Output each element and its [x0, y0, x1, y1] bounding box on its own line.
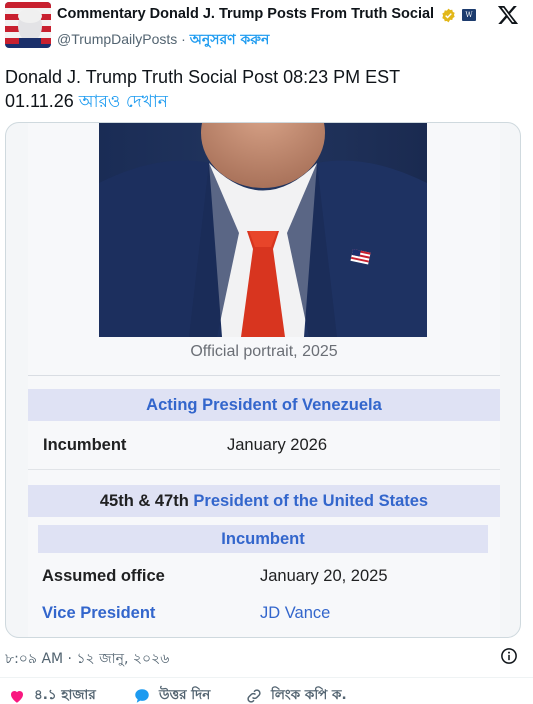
copy-link-label: লিংক কপি ক. — [271, 687, 347, 703]
divider — [28, 469, 500, 470]
tweet-text: Donald J. Trump Truth Social Post 08:23 … — [5, 65, 525, 114]
row-value-assumed-office: January 20, 2025 — [260, 567, 388, 585]
copy-link-button[interactable]: লিংক কপি ক. — [245, 684, 347, 704]
verified-badge-icon — [442, 8, 455, 23]
affiliate-badge-icon[interactable]: W — [462, 9, 476, 21]
like-button[interactable]: ৪.১ হাজার — [8, 684, 96, 704]
president-link[interactable]: President of the United States — [193, 492, 428, 510]
row-label-incumbent: Incumbent — [43, 436, 127, 454]
section-subheader-incumbent[interactable]: Incumbent — [38, 525, 488, 553]
reply-label: উত্তর দিন — [159, 687, 211, 703]
tweet-text-line2: 01.11.26 আরও দেখান — [5, 89, 525, 114]
portrait-image — [99, 123, 427, 337]
portrait-caption: Official portrait, 2025 — [190, 343, 338, 360]
separator: · — [181, 31, 186, 47]
reply-bubble-icon — [135, 688, 149, 703]
tweet-text-line1: Donald J. Trump Truth Social Post 08:23 … — [5, 67, 401, 87]
show-more-link[interactable]: আরও দেখান — [79, 92, 168, 112]
x-logo-icon[interactable] — [497, 4, 519, 26]
heart-icon — [11, 690, 24, 703]
row-value-vice-president[interactable]: JD Vance — [260, 604, 330, 623]
row-label-vice-president[interactable]: Vice President — [42, 604, 155, 623]
author-handle[interactable]: @TrumpDailyPosts — [57, 31, 177, 47]
follow-button[interactable]: অনুসরণ করুন — [190, 32, 270, 48]
like-count: ৪.১ হাজার — [34, 687, 96, 703]
tweet-media[interactable]: Official portrait, 2025 Acting President… — [5, 122, 521, 638]
section-header-president: 45th & 47th President of the United Stat… — [28, 485, 500, 517]
reply-button[interactable]: উত্তর দিন — [133, 684, 210, 704]
row-value-incumbent: January 2026 — [227, 436, 327, 454]
tweet-timestamp[interactable]: ৮:০৯ AM · ১২ জানু, ২০২৬ — [5, 647, 169, 671]
tweet-header: Commentary Donald J. Trump Posts From Tr… — [0, 0, 533, 56]
author-name[interactable]: Commentary Donald J. Trump Posts From Tr… — [57, 6, 434, 22]
avatar[interactable] — [5, 2, 51, 48]
section-header-venezuela[interactable]: Acting President of Venezuela — [28, 389, 500, 421]
action-bar: ৪.১ হাজার উত্তর দিন লিংক কপি ক. — [0, 684, 533, 704]
tweet-date: 01.11.26 — [5, 91, 74, 111]
row-label-assumed-office: Assumed office — [42, 567, 165, 585]
section-prefix: 45th & 47th — [99, 492, 189, 510]
divider — [0, 677, 533, 678]
divider — [28, 375, 500, 376]
info-icon[interactable] — [500, 647, 518, 665]
handle-row: @TrumpDailyPosts · অনুসরণ করুন — [57, 28, 269, 52]
link-icon — [247, 688, 261, 703]
